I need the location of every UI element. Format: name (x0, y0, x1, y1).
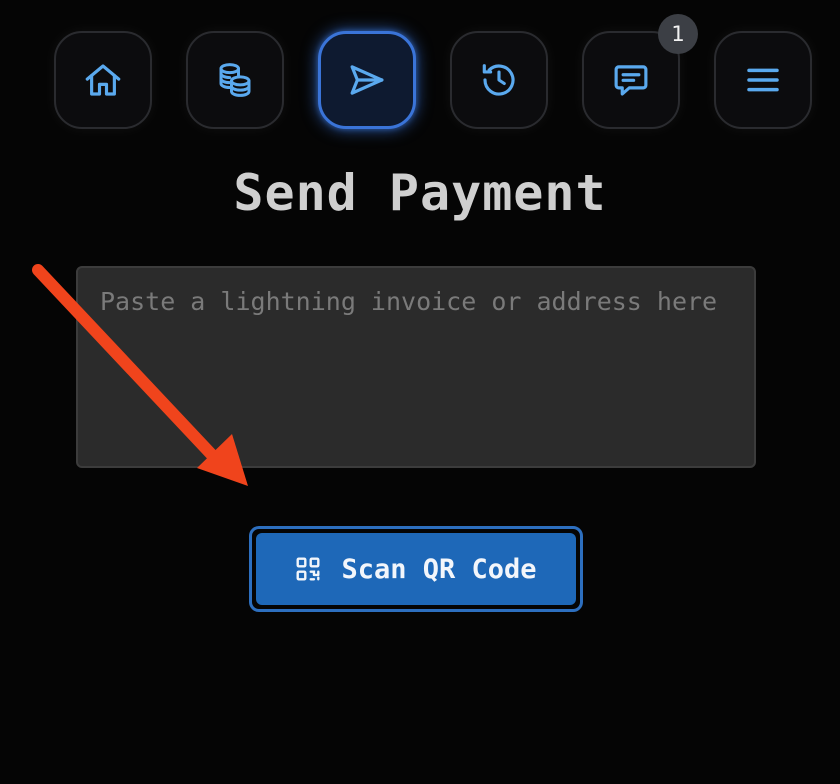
page-title: Send Payment (233, 164, 607, 222)
top-nav: 1 (54, 14, 814, 133)
nav-send-button[interactable] (318, 31, 416, 129)
send-icon (350, 65, 384, 95)
coins-icon (219, 63, 251, 97)
history-icon (482, 64, 515, 96)
send-payment-screen: 1 Send Payment Scan QR Code (0, 0, 840, 784)
nav-coins-button[interactable] (186, 31, 284, 129)
home-icon (85, 64, 121, 96)
scan-qr-button[interactable]: Scan QR Code (256, 533, 576, 605)
message-icon (614, 65, 648, 96)
menu-icon (747, 68, 779, 92)
qr-code-icon (296, 557, 320, 581)
scan-qr-focus-ring: Scan QR Code (249, 526, 583, 612)
nav-messages-button[interactable]: 1 (582, 14, 698, 129)
scan-qr-label: Scan QR Code (341, 553, 537, 585)
message-count-badge: 1 (658, 14, 698, 54)
invoice-input[interactable] (76, 266, 756, 468)
nav-menu-button[interactable] (714, 31, 812, 129)
nav-history-button[interactable] (450, 31, 548, 129)
nav-home-button[interactable] (54, 31, 152, 129)
